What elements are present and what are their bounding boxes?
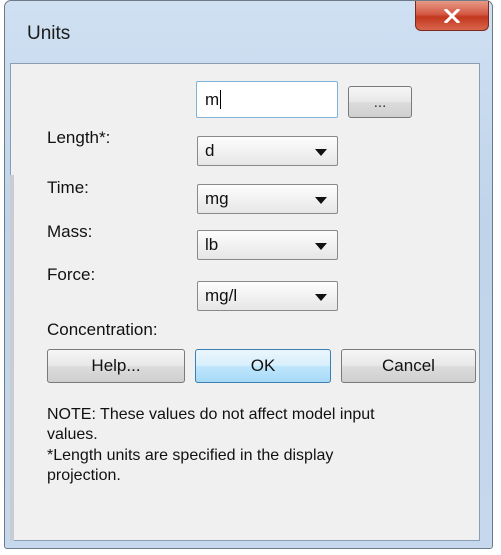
note-line-3: *Length units are specified in the displ…: [47, 447, 334, 464]
close-icon: [444, 8, 460, 23]
cancel-button-label: Cancel: [382, 356, 435, 375]
left-edge-strip: [10, 175, 14, 541]
close-button[interactable]: [415, 1, 489, 31]
dialog-title: Units: [27, 23, 71, 44]
time-select[interactable]: d: [197, 136, 338, 166]
concentration-value: mg/l: [205, 286, 238, 305]
mass-value: mg: [205, 189, 229, 208]
force-select[interactable]: lb: [197, 230, 338, 260]
length-value: m: [205, 90, 220, 109]
length-label: Length*:: [47, 128, 111, 147]
ok-button[interactable]: OK: [195, 349, 331, 383]
help-button-label: Help...: [91, 356, 141, 375]
time-label: Time:: [47, 178, 89, 197]
force-value: lb: [205, 235, 219, 254]
time-value: d: [205, 141, 215, 160]
length-browse-button[interactable]: ...: [348, 86, 412, 118]
ok-button-label: OK: [250, 356, 276, 375]
note-line-4: projection.: [47, 467, 121, 484]
chevron-down-icon: [315, 197, 327, 204]
mass-select[interactable]: mg: [197, 184, 338, 214]
text-caret: [220, 90, 221, 109]
note-line-2: values.: [47, 426, 98, 443]
note-line-1: NOTE: These values do not affect model i…: [47, 406, 375, 423]
concentration-select[interactable]: mg/l: [197, 281, 338, 311]
chevron-down-icon: [315, 149, 327, 156]
chevron-down-icon: [315, 294, 327, 301]
concentration-label: Concentration:: [47, 320, 158, 339]
length-input[interactable]: m: [196, 81, 338, 118]
force-label: Force:: [47, 265, 96, 284]
chevron-down-icon: [315, 243, 327, 250]
help-button[interactable]: Help...: [47, 349, 185, 383]
browse-label: ...: [373, 94, 387, 111]
mass-label: Mass:: [47, 222, 93, 241]
cancel-button[interactable]: Cancel: [341, 349, 476, 383]
